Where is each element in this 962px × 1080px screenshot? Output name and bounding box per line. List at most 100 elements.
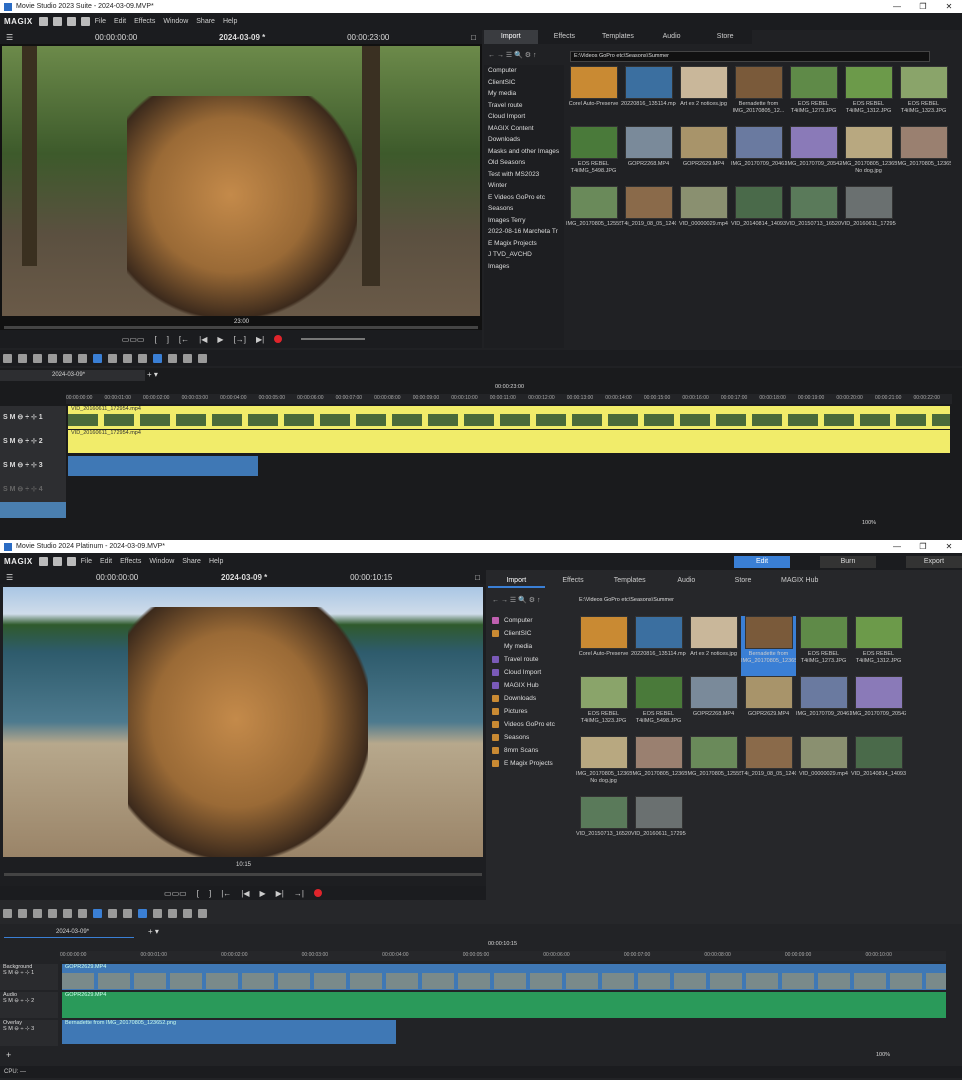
tab-store[interactable]: Store [715, 574, 772, 588]
nav-arrows[interactable]: ← → ☰ 🔍 ⚙ ↑ [492, 596, 541, 604]
unlink-icon[interactable] [123, 353, 132, 363]
media-file-tile[interactable]: Bernadette from IMG_20170805_123652.png [741, 616, 796, 676]
tab-effects[interactable]: Effects [545, 574, 602, 588]
save-icon[interactable] [66, 557, 76, 566]
mode-icon[interactable] [153, 353, 162, 363]
add-tab-button[interactable]: + ▾ [147, 370, 158, 379]
hamburger-menu-icon[interactable]: ☰ [6, 573, 13, 582]
marker-icon[interactable] [63, 908, 72, 918]
folder-item[interactable]: My media [484, 88, 564, 100]
folder-item[interactable]: ClientSIC [488, 627, 572, 640]
folder-item[interactable]: MAGIX Content [484, 123, 564, 135]
trim-icon[interactable] [168, 353, 177, 363]
folder-item[interactable]: Seasons [488, 731, 572, 744]
prev-marker-button[interactable]: |← [221, 889, 231, 898]
redo-icon[interactable] [18, 353, 27, 363]
pointer-icon[interactable] [138, 353, 147, 363]
media-file-tile[interactable]: IMG_20170709_205420.jpg [851, 676, 906, 736]
menu-file[interactable]: File [95, 18, 106, 25]
folder-item[interactable]: E Magix Projects [488, 757, 572, 770]
delete-icon[interactable] [33, 353, 42, 363]
minimize-button[interactable]: — [884, 2, 910, 11]
folder-item[interactable]: Images [484, 261, 564, 273]
mode-edit-button[interactable]: Edit [734, 555, 790, 568]
menu-window[interactable]: Window [163, 18, 188, 25]
folder-item[interactable]: Old Seasons [484, 157, 564, 169]
go-start-button[interactable]: |◀ [241, 889, 249, 898]
media-file-tile[interactable]: VID_20160611_172954.mp4 [631, 796, 686, 856]
media-file-tile[interactable]: EOS REBEL T4iIMG_1323.JPG [896, 66, 951, 126]
add-track-button[interactable]: + [6, 1050, 11, 1060]
tab-audio[interactable]: Audio [658, 574, 715, 588]
link-icon[interactable] [108, 353, 117, 363]
new-project-icon[interactable] [38, 17, 48, 26]
set-in-point-button[interactable]: [ [154, 335, 156, 344]
nav-arrows[interactable]: ← → ☰ 🔍 ⚙ ↑ [488, 51, 537, 59]
media-file-tile[interactable]: VID_00000029.mp4 [796, 736, 851, 796]
fullscreen-icon[interactable]: □ [475, 573, 480, 582]
prev-marker-button[interactable]: [← [179, 335, 189, 344]
record-button[interactable] [274, 335, 283, 343]
magnet-icon[interactable] [93, 353, 102, 363]
media-file-tile[interactable]: IMG_20170805_123652 No dog.jpg [841, 126, 896, 186]
new-project-icon[interactable] [38, 557, 48, 566]
folder-item[interactable]: Computer [484, 65, 564, 77]
folder-item[interactable]: Cloud Import [488, 666, 572, 679]
menu-share[interactable]: Share [182, 558, 201, 565]
stretch-icon[interactable] [183, 353, 192, 363]
folder-item[interactable]: Winter [484, 180, 564, 192]
timeline-tab[interactable]: 2024-03-09* [0, 370, 145, 381]
tab-import[interactable]: Import [484, 30, 538, 44]
maximize-button[interactable]: ❐ [910, 2, 936, 11]
menu-help[interactable]: Help [223, 18, 237, 25]
tab-templates[interactable]: Templates [601, 574, 658, 588]
link-icon[interactable] [108, 908, 117, 918]
media-file-tile[interactable]: T4i_2019_08_05_1240.MOV [741, 736, 796, 796]
media-file-tile[interactable]: VID_00000029.mp4 [676, 186, 731, 246]
media-file-tile[interactable]: EOS REBEL T4iIMG_1273.JPG [796, 616, 851, 676]
folder-item[interactable]: Videos GoPro etc [488, 718, 572, 731]
media-file-tile[interactable]: T4i_2019_08_05_1240.MOV [621, 186, 676, 246]
timeline-zoom[interactable]: 100% [876, 1052, 890, 1058]
marker-icon[interactable] [63, 353, 72, 363]
title-icon[interactable] [48, 353, 57, 363]
jog-wheel[interactable]: ▭▭▭ [122, 335, 145, 344]
stretch-icon[interactable] [183, 908, 192, 918]
set-out-point-button[interactable]: ] [209, 889, 211, 898]
image-clip[interactable] [68, 456, 258, 476]
media-file-tile[interactable]: VID_20150713_165208.mp4 [786, 186, 841, 246]
media-file-tile[interactable]: VID_20140814_140934.mp4 [851, 736, 906, 796]
audio-clip[interactable]: VID_20160611_172954.mp4 [68, 430, 950, 453]
open-folder-icon[interactable] [52, 17, 62, 26]
minimize-button[interactable]: — [884, 542, 910, 551]
undo-icon[interactable] [3, 908, 12, 918]
menu-effects[interactable]: Effects [120, 558, 141, 565]
trim-icon[interactable] [168, 908, 177, 918]
media-file-tile[interactable]: IMG_20170805_123652.jpg [896, 126, 951, 186]
maximize-button[interactable]: ❐ [910, 542, 936, 551]
go-end-button[interactable]: ▶| [276, 889, 284, 898]
go-start-button[interactable]: |◀ [199, 335, 207, 344]
mode-icon[interactable] [153, 908, 162, 918]
video-clip[interactable]: GOPR2629.MP4 [62, 964, 946, 990]
media-file-tile[interactable]: Bernadette from IMG_20170805_12... [731, 66, 786, 126]
unlink-icon[interactable] [123, 908, 132, 918]
pointer-icon[interactable] [138, 908, 147, 918]
folder-item[interactable]: Cloud Import [484, 111, 564, 123]
folder-item[interactable]: 2022-08-16 Marcheta Tr [484, 226, 564, 238]
close-button[interactable]: ✕ [936, 2, 962, 11]
folder-item[interactable]: Images Terry [484, 215, 564, 227]
menu-share[interactable]: Share [196, 18, 215, 25]
folder-item[interactable]: J TVD_AVCHD [484, 249, 564, 261]
path-field[interactable]: E:\Videos GoPro etc\Seasons\Summer [576, 596, 926, 607]
tab-audio[interactable]: Audio [645, 30, 699, 44]
folder-item[interactable]: Downloads [488, 692, 572, 705]
media-file-tile[interactable]: VID_20150713_165208.mp4 [576, 796, 631, 856]
media-file-tile[interactable]: IMG_20170709_204613.jpg [796, 676, 851, 736]
folder-item[interactable]: MAGIX Hub [488, 679, 572, 692]
folder-item[interactable]: E Videos GoPro etc [484, 192, 564, 204]
media-file-tile[interactable]: IMG_20170709_204613.jpg [731, 126, 786, 186]
set-out-point-button[interactable]: ] [167, 335, 169, 344]
media-file-tile[interactable]: EOS REBEL T4iIMG_1312.JPG [851, 616, 906, 676]
add-tab-button[interactable]: + ▾ [148, 927, 159, 936]
